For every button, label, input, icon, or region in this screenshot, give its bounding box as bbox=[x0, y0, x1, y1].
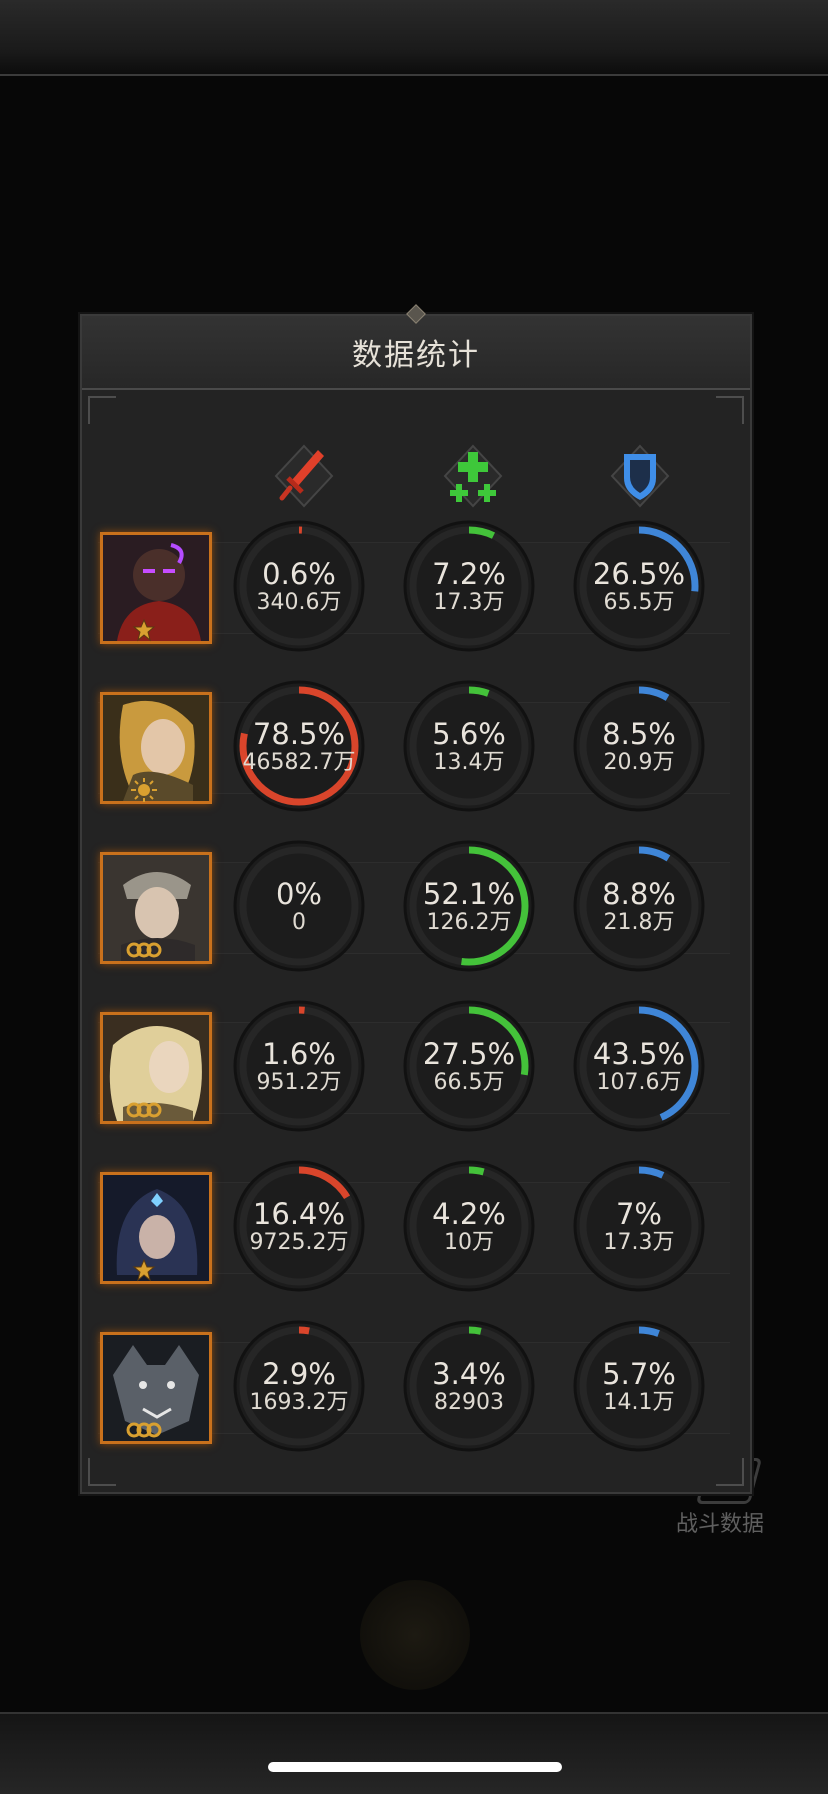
shield-icon bbox=[604, 440, 676, 512]
tank-stat: 8.8% 21.8万 bbox=[571, 838, 707, 974]
tank-value: 107.6万 bbox=[596, 1070, 682, 1095]
damage-stat: 0.6% 340.6万 bbox=[231, 518, 367, 654]
damage-percent: 2.9% bbox=[262, 1357, 336, 1391]
damage-value: 340.6万 bbox=[256, 590, 342, 615]
sword-icon bbox=[268, 440, 340, 512]
panel-title: 数据统计 bbox=[352, 338, 480, 373]
rings-badge-icon bbox=[124, 938, 164, 962]
star-badge-icon bbox=[124, 618, 164, 642]
heal-percent: 4.2% bbox=[432, 1197, 506, 1231]
heal-percent: 27.5% bbox=[422, 1037, 516, 1071]
tank-percent: 7% bbox=[615, 1197, 662, 1231]
tank-stat: 43.5% 107.6万 bbox=[571, 998, 707, 1134]
tank-value: 14.1万 bbox=[603, 1390, 675, 1415]
hero-row: 16.4% 9725.2万 4.2% 10万 7% 17.3万 bbox=[80, 1156, 748, 1300]
heal-percent: 52.1% bbox=[422, 877, 516, 911]
corner-ornament bbox=[88, 1458, 116, 1486]
heal-value: 66.5万 bbox=[433, 1070, 505, 1095]
hero-row: 0.6% 340.6万 7.2% 17.3万 26.5% 65.5万 bbox=[80, 516, 748, 660]
damage-value: 1693.2万 bbox=[249, 1390, 349, 1415]
tank-value: 21.8万 bbox=[603, 910, 675, 935]
rings-badge-icon bbox=[124, 1418, 164, 1442]
tank-stat: 7% 17.3万 bbox=[571, 1158, 707, 1294]
damage-percent: 16.4% bbox=[252, 1197, 346, 1231]
star-badge-icon bbox=[124, 1258, 164, 1282]
heal-plus-icon bbox=[437, 440, 509, 512]
sun-badge-icon bbox=[124, 778, 164, 802]
hero-row: 0% 0 52.1% 126.2万 8.8% 21.8万 bbox=[80, 836, 748, 980]
header-ornament-icon bbox=[406, 304, 426, 324]
heal-stat: 27.5% 66.5万 bbox=[401, 998, 537, 1134]
tank-percent: 43.5% bbox=[592, 1037, 686, 1071]
home-indicator[interactable] bbox=[268, 1762, 562, 1772]
damage-stat: 0% 0 bbox=[231, 838, 367, 974]
damage-percent: 0.6% bbox=[262, 557, 336, 591]
damage-value: 46582.7万 bbox=[242, 750, 356, 775]
damage-value: 0 bbox=[292, 910, 306, 935]
heal-percent: 5.6% bbox=[432, 717, 506, 751]
bottom-frame-band bbox=[0, 1712, 828, 1794]
background-emblem bbox=[360, 1580, 470, 1690]
hero-row: 2.9% 1693.2万 3.4% 82903 5.7% 14.1万 bbox=[80, 1316, 748, 1460]
damage-stat: 2.9% 1693.2万 bbox=[231, 1318, 367, 1454]
tank-stat: 5.7% 14.1万 bbox=[571, 1318, 707, 1454]
heal-stat: 3.4% 82903 bbox=[401, 1318, 537, 1454]
corner-ornament bbox=[716, 1458, 744, 1486]
heal-value: 13.4万 bbox=[433, 750, 505, 775]
heal-stat: 52.1% 126.2万 bbox=[401, 838, 537, 974]
heal-value: 10万 bbox=[444, 1230, 494, 1255]
tank-value: 20.9万 bbox=[603, 750, 675, 775]
damage-value: 951.2万 bbox=[256, 1070, 342, 1095]
tank-percent: 5.7% bbox=[602, 1357, 676, 1391]
tank-percent: 26.5% bbox=[592, 557, 686, 591]
heal-stat: 7.2% 17.3万 bbox=[401, 518, 537, 654]
heal-percent: 3.4% bbox=[432, 1357, 506, 1391]
heal-percent: 7.2% bbox=[432, 557, 506, 591]
tank-percent: 8.5% bbox=[602, 717, 676, 751]
heal-stat: 4.2% 10万 bbox=[401, 1158, 537, 1294]
battle-data-button-label: 战斗数据 bbox=[676, 1512, 765, 1537]
tank-value: 17.3万 bbox=[603, 1230, 675, 1255]
heal-value: 126.2万 bbox=[426, 910, 512, 935]
damage-value: 9725.2万 bbox=[249, 1230, 349, 1255]
corner-ornament bbox=[88, 396, 116, 424]
heal-value: 17.3万 bbox=[433, 590, 505, 615]
hero-row: 1.6% 951.2万 27.5% 66.5万 43.5% 107.6万 bbox=[80, 996, 748, 1140]
damage-percent: 78.5% bbox=[252, 717, 346, 751]
heal-stat: 5.6% 13.4万 bbox=[401, 678, 537, 814]
damage-stat: 78.5% 46582.7万 bbox=[231, 678, 367, 814]
damage-stat: 16.4% 9725.2万 bbox=[231, 1158, 367, 1294]
damage-percent: 1.6% bbox=[262, 1037, 336, 1071]
tank-percent: 8.8% bbox=[602, 877, 676, 911]
corner-ornament bbox=[716, 396, 744, 424]
hero-row: 78.5% 46582.7万 5.6% 13.4万 8.5% 20.9万 bbox=[80, 676, 748, 820]
tank-value: 65.5万 bbox=[603, 590, 675, 615]
tank-stat: 8.5% 20.9万 bbox=[571, 678, 707, 814]
rings-badge-icon bbox=[124, 1098, 164, 1122]
heal-value: 82903 bbox=[434, 1390, 504, 1415]
top-frame-band bbox=[0, 0, 828, 76]
damage-percent: 0% bbox=[275, 877, 322, 911]
tank-stat: 26.5% 65.5万 bbox=[571, 518, 707, 654]
damage-stat: 1.6% 951.2万 bbox=[231, 998, 367, 1134]
panel-header: 数据统计 bbox=[82, 304, 750, 390]
